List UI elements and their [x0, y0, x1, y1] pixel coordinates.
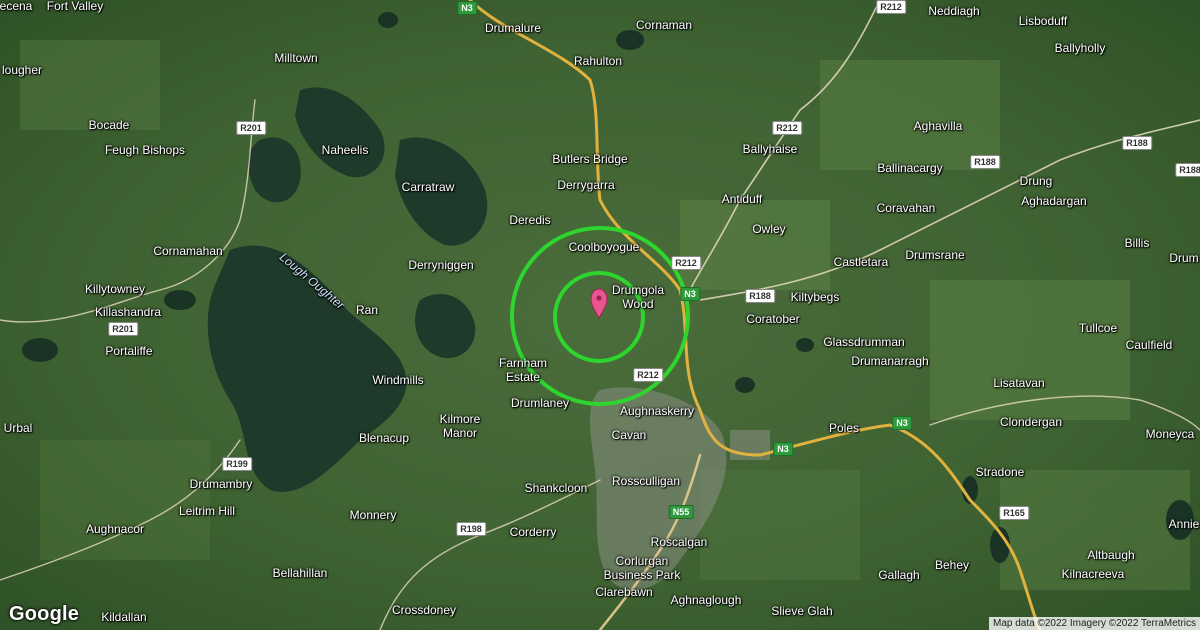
map-attribution[interactable]: Map data ©2022 Imagery ©2022 TerraMetric…	[989, 617, 1200, 630]
road-shield: R165	[999, 506, 1029, 520]
satellite-imagery	[0, 0, 1200, 630]
road-shield: R199	[222, 457, 252, 471]
road-shield: R188	[1122, 136, 1152, 150]
road-shield: R201	[236, 121, 266, 135]
road-shield: N55	[668, 505, 694, 519]
road-shield: R201	[108, 322, 138, 336]
road-shield: R188	[1175, 163, 1200, 177]
road-shield: R212	[671, 256, 701, 270]
road-shield: R212	[876, 0, 906, 14]
road-shield: R188	[745, 289, 775, 303]
road-shield: R212	[633, 368, 663, 382]
google-logo: Google	[9, 603, 80, 625]
map-canvas[interactable]: ecena Fort Valley Drumalure Cornaman Ned…	[0, 0, 1200, 630]
road-shield: N3	[773, 442, 793, 456]
road-shield: N3	[457, 1, 477, 15]
road-shield: N3	[680, 287, 700, 301]
road-shield: N3	[892, 416, 912, 430]
road-shield: R212	[772, 121, 802, 135]
road-shield: R198	[456, 522, 486, 536]
road-shield: R188	[970, 155, 1000, 169]
